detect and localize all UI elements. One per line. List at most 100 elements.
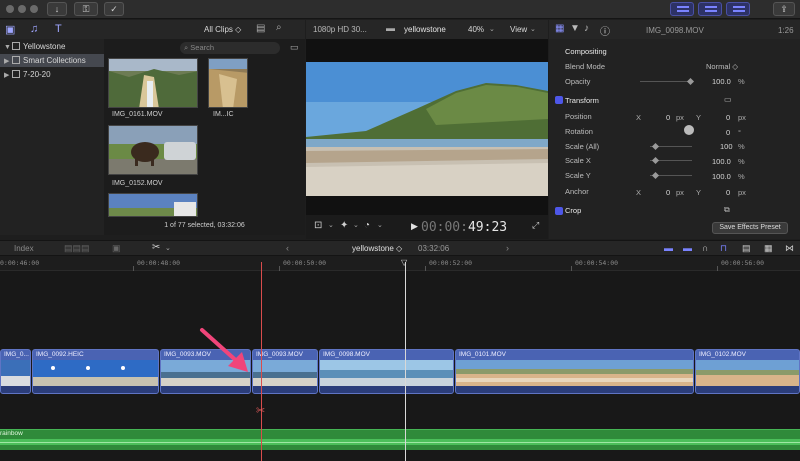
blade-tool-icon[interactable]: ✂ — [152, 242, 160, 253]
chevron-down-icon[interactable]: ⌄ — [165, 244, 171, 252]
transitions-browser-icon[interactable]: ⋈ — [785, 243, 794, 254]
library-item-yellowstone[interactable]: ▼ Yellowstone — [0, 40, 104, 53]
library-item-event[interactable]: ▶ 7-20-20 — [0, 68, 104, 81]
anchor-x-value[interactable]: 0 — [666, 188, 670, 197]
clip-thumbnail[interactable] — [108, 58, 198, 108]
share-icon: ⇪ — [780, 4, 788, 14]
clip-appearance-icon[interactable]: ▤ — [742, 243, 751, 254]
zoom-window-button[interactable] — [30, 5, 38, 13]
unit-label: % — [738, 77, 745, 86]
chevron-down-icon[interactable]: ⌄ — [489, 25, 495, 33]
chevron-down-icon[interactable]: ⌄ — [530, 25, 536, 33]
library-item-smart-collections[interactable]: ▶ Smart Collections — [0, 54, 104, 67]
index-button[interactable]: Index — [14, 244, 34, 253]
rotation-dial-icon[interactable] — [684, 125, 694, 135]
color-inspector-icon[interactable]: ▼ — [570, 23, 580, 34]
minimize-window-button[interactable] — [18, 5, 26, 13]
viewer-canvas[interactable] — [306, 39, 548, 215]
timeline-toggle-button[interactable] — [698, 2, 722, 16]
timeline-clip[interactable]: IMG_0102.MOV — [695, 349, 800, 394]
search-toggle-icon[interactable]: ⌕ — [276, 22, 282, 33]
anchor-y-value[interactable]: 0 — [726, 188, 730, 197]
playhead-marker-icon[interactable]: ▽ — [401, 258, 407, 267]
rotation-value[interactable]: 0 — [726, 128, 730, 137]
chevron-down-icon[interactable]: ⌄ — [353, 221, 359, 229]
axis-label: X — [636, 188, 642, 197]
audio-skimming-icon[interactable]: ▬ — [683, 243, 692, 253]
scale-y-value[interactable]: 100.0 — [712, 172, 731, 181]
ruler-label: 0:00:46:00 — [0, 259, 40, 267]
playhead[interactable] — [405, 262, 406, 461]
forward-arrow-icon[interactable]: › — [506, 243, 509, 253]
transform-tool-icon[interactable]: ⊡ — [314, 220, 322, 231]
viewer-project-name: yellowstone — [404, 25, 446, 34]
close-window-button[interactable] — [6, 5, 14, 13]
video-audio-toggle-icon[interactable]: ▬ — [664, 243, 673, 253]
timeline-clip[interactable]: IMG_0101.MOV — [455, 349, 694, 394]
back-arrow-icon[interactable]: ‹ — [286, 243, 289, 253]
scale-all-value[interactable]: 100 — [720, 142, 733, 151]
clip-thumbnail[interactable] — [108, 193, 198, 217]
headphones-icon[interactable]: ∩ — [702, 243, 708, 253]
audio-waveform — [0, 439, 800, 445]
append-clip-icon[interactable]: ▤▤▤ — [64, 243, 90, 254]
scale-x-value[interactable]: 100.0 — [712, 157, 731, 166]
timeline-clip[interactable]: IMG_0092.HEIC — [32, 349, 159, 394]
disclosure-triangle-icon[interactable]: ▼ — [4, 41, 12, 54]
opacity-value[interactable]: 100.0 — [712, 77, 731, 86]
position-x-value[interactable]: 0 — [666, 113, 670, 122]
share-button[interactable]: ⇪ — [773, 2, 795, 16]
inspector-toggle-button[interactable] — [726, 2, 750, 16]
save-effects-preset-button[interactable]: Save Effects Preset — [712, 222, 788, 234]
clip-audio-waveform — [696, 386, 799, 393]
chevron-down-icon[interactable]: ⌄ — [377, 221, 383, 229]
enhance-wand-icon[interactable]: ✦ — [340, 220, 348, 231]
crop-onscreen-icon[interactable]: ⧉ — [724, 205, 730, 215]
info-icon[interactable]: ⓘ — [600, 23, 610, 38]
clip-thumbnail[interactable] — [108, 125, 198, 175]
inspector-header: ▦ ▼ ♪ ⓘ IMG_0098.MOV 1:26 — [549, 20, 800, 39]
position-y-value[interactable]: 0 — [726, 113, 730, 122]
clip-name: IMG_0161.MOV — [112, 111, 163, 118]
overwrite-icon[interactable]: ▣ — [112, 243, 121, 254]
all-clips-filter[interactable]: All Clips ◇ — [204, 25, 241, 34]
blend-mode-dropdown[interactable]: Normal ◇ — [706, 59, 738, 74]
disclosure-triangle-icon[interactable]: ▶ — [4, 69, 12, 82]
timeline-clip[interactable]: IMG_0... — [0, 349, 31, 394]
keyword-button[interactable]: ⚿ — [74, 2, 98, 16]
background-tasks-button[interactable]: ✓ — [104, 2, 124, 16]
search-input[interactable]: ⌕ Search — [180, 42, 280, 54]
video-inspector-icon[interactable]: ▦ — [555, 23, 564, 34]
clip-name: IMG_0152.MOV — [112, 180, 163, 187]
timeline-project-name[interactable]: yellowstone ◇ — [352, 244, 402, 253]
chevron-down-icon[interactable]: ⌄ — [328, 221, 334, 229]
effects-browser-icon[interactable]: ▦ — [764, 243, 773, 254]
skimmer-line[interactable] — [261, 262, 262, 461]
browser-toggle-button[interactable] — [670, 2, 694, 16]
timeline-clip[interactable]: IMG_0098.MOV — [319, 349, 454, 394]
libraries-icon[interactable]: ▣ — [5, 23, 15, 36]
clip-appearance-icon[interactable]: ▤ — [256, 23, 265, 34]
zoom-dropdown[interactable]: 40% — [468, 25, 484, 34]
audio-inspector-icon[interactable]: ♪ — [584, 23, 589, 34]
speed-gauge-icon[interactable]: ◔ — [364, 220, 370, 231]
clip-thumbnail[interactable] — [208, 58, 248, 108]
view-menu[interactable]: View — [510, 25, 527, 34]
transform-onscreen-icon[interactable]: ▭ — [724, 95, 732, 104]
browser-filmstrip-icon[interactable]: ▭ — [290, 42, 299, 53]
timeline-icon — [705, 6, 717, 12]
ruler-label: 00:00:48:00 — [137, 259, 181, 267]
timecode-display[interactable]: 00:00:49:23 — [421, 220, 507, 235]
snapping-icon[interactable]: ⊓ — [720, 243, 727, 254]
clip-name: IMG_0092.HEIC — [36, 351, 84, 358]
fullscreen-icon[interactable]: ⤢ — [532, 220, 539, 231]
import-button[interactable]: ↓ — [47, 2, 67, 16]
photos-audio-icon[interactable]: ♫ — [30, 23, 38, 35]
titles-generators-icon[interactable]: T — [55, 23, 62, 35]
music-audio-clip[interactable] — [0, 429, 800, 450]
disclosure-triangle-icon[interactable]: ▶ — [4, 55, 12, 68]
libraries-sidebar: ▼ Yellowstone ▶ Smart Collections ▶ 7-20-20 — [0, 39, 104, 235]
opacity-slider[interactable] — [640, 81, 692, 82]
play-button[interactable]: ▶ — [411, 221, 418, 232]
timeline-ruler[interactable]: 0:00:46:00 00:00:48:00 00:00:50:00 00:00… — [0, 256, 800, 271]
